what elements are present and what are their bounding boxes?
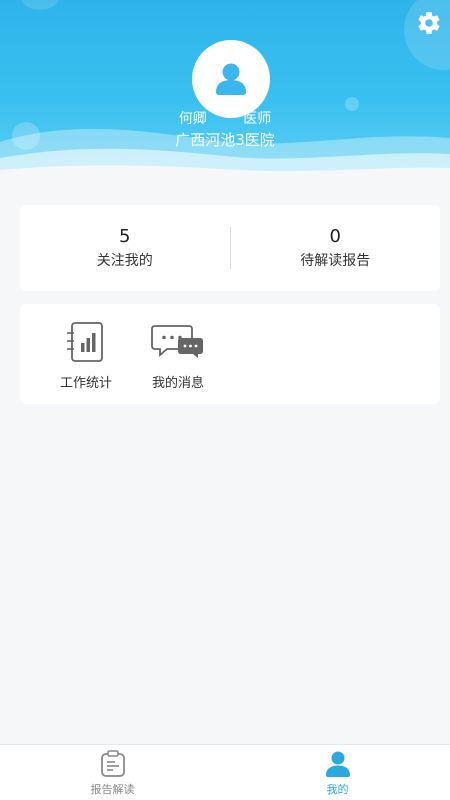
person-icon [216,63,246,95]
bar-chart-document-icon [59,320,113,364]
tab-mine-label: 我的 [326,783,349,796]
doctor-name: 何卿 [178,111,207,127]
avatar[interactable] [192,40,270,118]
hospital-name: 广西河池3医院 [175,131,275,149]
decor-bubble [20,0,60,10]
tab-mine[interactable]: 我的 [225,745,450,800]
pending-reports-count: 0 [329,226,341,247]
doctor-name-row: 何卿 医师 [0,108,450,128]
stats-card: 5 关注我的 0 待解读报告 [20,205,440,291]
chat-bubbles-icon [151,320,205,364]
pending-reports-label: 待解读报告 [300,253,371,269]
work-statistics-button[interactable]: 工作统计 [40,304,132,404]
person-icon [325,751,350,777]
followers-stat[interactable]: 5 关注我的 [20,205,230,291]
followers-count: 5 [119,226,131,247]
doctor-title: 医师 [243,111,272,127]
bottom-tab-bar: 报告解读 我的 [0,744,450,800]
my-messages-button[interactable]: 我的消息 [132,304,224,404]
pending-reports-stat[interactable]: 0 待解读报告 [231,205,441,291]
work-statistics-label: 工作统计 [59,376,112,391]
my-messages-label: 我的消息 [151,376,204,391]
tab-report-reading-label: 报告解读 [90,783,135,796]
settings-gear-icon[interactable] [414,8,444,38]
report-clipboard-icon [100,750,125,777]
tab-report-reading[interactable]: 报告解读 [0,745,225,800]
profile-header: 何卿 医师 广西河池3医院 [0,0,450,180]
followers-label: 关注我的 [96,253,153,269]
tools-card: 工作统计 我的消息 [20,304,440,404]
